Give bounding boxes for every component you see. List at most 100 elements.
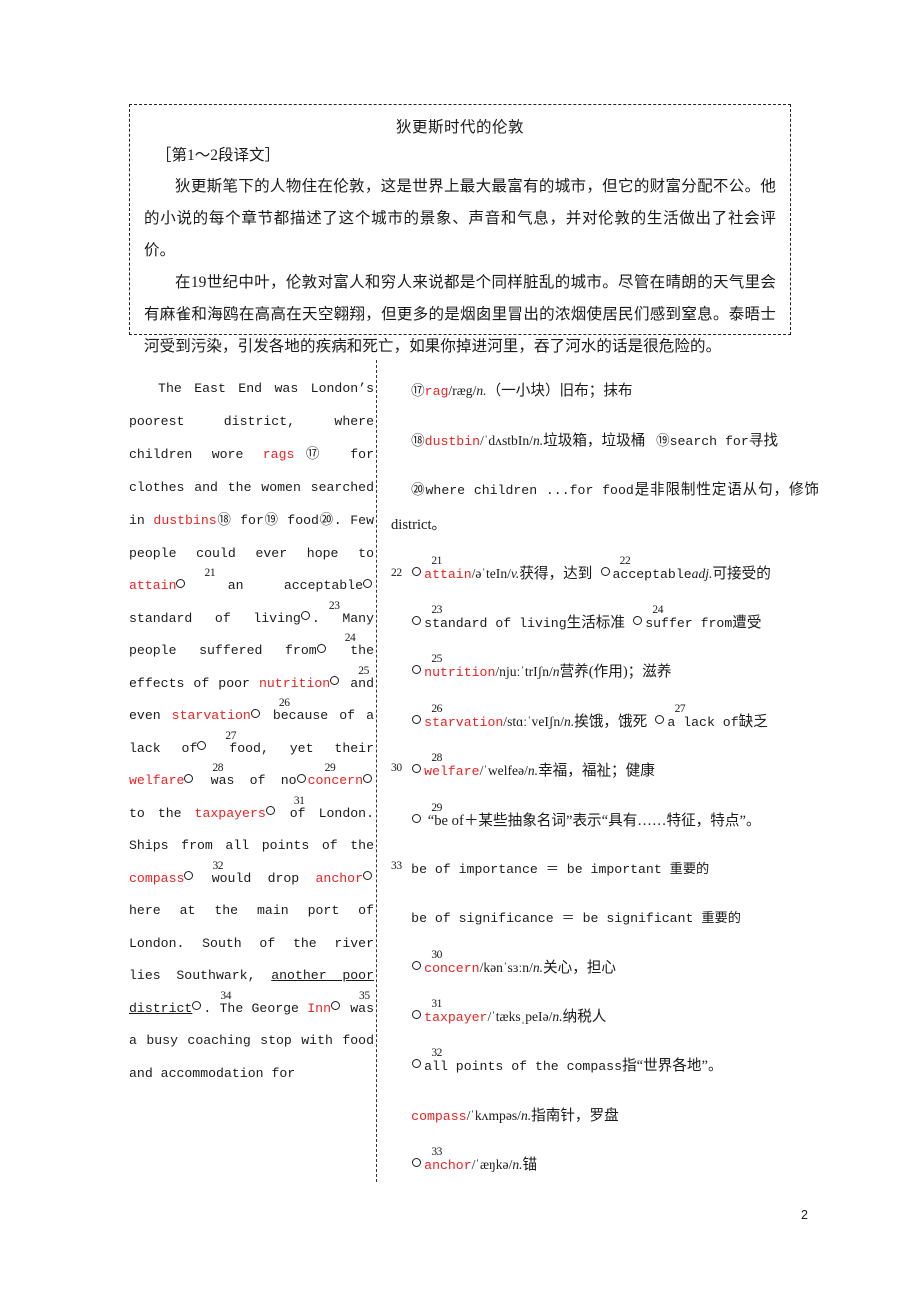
note-pos: adj. bbox=[691, 565, 713, 581]
note-gloss: 垃圾箱，垃圾桶 bbox=[543, 432, 646, 449]
note-item: 25 nutrition/njuːˈtrIʃn/n营养(作用)；滋养 bbox=[391, 654, 819, 690]
example-text: be of significance ＝ be significant 重要的 bbox=[411, 911, 741, 927]
note-word: compass bbox=[411, 1108, 467, 1124]
note-gloss: 生活标准 bbox=[566, 614, 625, 631]
passage-text: food, yet their bbox=[208, 740, 374, 756]
example-text: be of importance ＝ be important 重要的 bbox=[411, 861, 710, 877]
passage-text: to the bbox=[129, 805, 195, 821]
note-gloss: 缺乏 bbox=[738, 713, 768, 730]
note-item: ⑱dustbin/ˈdʌstbIn/n.垃圾箱，垃圾桶 ⑲search for寻… bbox=[391, 424, 819, 459]
passage-text: an acceptable bbox=[187, 578, 363, 594]
note-gloss: 可接受的 bbox=[712, 565, 771, 582]
note-ipa: /ˈwelfeə/ bbox=[479, 763, 528, 779]
note-item: 33 anchor/ˈæŋkə/n.锚 bbox=[391, 1147, 819, 1183]
note-gloss: 关心，担心 bbox=[543, 959, 617, 976]
page-number: 2 bbox=[801, 1208, 808, 1222]
note-word: concern bbox=[424, 960, 480, 976]
note-entry: suffer from bbox=[645, 615, 733, 631]
note-pos: n. bbox=[532, 432, 544, 448]
passage-text: . The George bbox=[203, 1000, 308, 1016]
note-word: attain bbox=[424, 566, 472, 582]
note-subitem: compass/ˈkʌmpəs/n.指南针，罗盘 bbox=[391, 1099, 819, 1134]
note-ipa: /ˈæŋkə/ bbox=[471, 1157, 513, 1173]
word-starvation: starvation bbox=[171, 708, 251, 724]
note-ipa: /ˈdʌstbIn/ bbox=[480, 432, 533, 448]
word-concern: concern bbox=[307, 773, 363, 789]
note-item: 32 all points of the compass指“世界各地”。 bbox=[391, 1048, 819, 1084]
note-item: 28 welfare/ˈwelfeə/n.幸福，福祉；健康 bbox=[391, 752, 819, 789]
note-marker-19: ⑲ bbox=[263, 512, 279, 529]
note-example: be of importance ＝ be important 重要的 bbox=[391, 852, 819, 887]
english-passage-column: The East End was London’s poorest distri… bbox=[129, 360, 402, 1103]
note-marker-20: ⑳ bbox=[411, 482, 426, 499]
note-ipa: /ˈkʌmpəs/ bbox=[466, 1107, 521, 1123]
word-rags: rags bbox=[262, 447, 295, 463]
note-word: acceptable bbox=[612, 566, 692, 582]
note-pos: n. bbox=[552, 1009, 563, 1025]
passage-text: standard of living bbox=[129, 610, 301, 626]
word-anchor: anchor bbox=[315, 870, 363, 886]
note-ipa: /kənˈsɜːn/ bbox=[479, 959, 533, 975]
translation-label: ［第1～2段译文］ bbox=[156, 147, 281, 164]
note-entry: all points of the compass bbox=[424, 1059, 623, 1075]
word-dustbins: dustbins bbox=[153, 513, 217, 529]
note-item: ⑳where children ...for food是非限制性定语从句，修饰d… bbox=[391, 473, 819, 542]
note-word: dustbin bbox=[424, 433, 481, 449]
note-word: nutrition bbox=[424, 665, 496, 681]
note-item: 23 standard of living生活标准 24 suffer from遭受 bbox=[391, 604, 819, 641]
word-taxpayers: taxpayers bbox=[194, 805, 266, 821]
note-ipa-body: ræg/ bbox=[452, 383, 477, 399]
note-gloss: 遭受 bbox=[732, 614, 762, 631]
note-pos: n. bbox=[476, 383, 487, 399]
note-word: anchor bbox=[424, 1158, 472, 1174]
word-inn: Inn bbox=[307, 1000, 331, 1016]
translation-paragraph-1: 狄更斯笔下的人物住在伦敦，这是世界上最大最富有的城市，但它的财富分配不公。他的小… bbox=[144, 178, 776, 259]
note-entry: search for bbox=[669, 433, 749, 449]
note-item: 29 “be of＋某些抽象名词”表示“具有……特征，特点”。 bbox=[391, 802, 819, 838]
column-divider bbox=[376, 360, 377, 1182]
note-marker-17: ⑰ bbox=[411, 383, 425, 400]
note-item: 31 taxpayer/ˈtæksˌpeIə/n.纳税人 bbox=[391, 998, 819, 1035]
note-gloss: 幸福，福祉；健康 bbox=[538, 763, 655, 780]
note-item: 21 attain/əˈteIn/v.获得，达到 22 acceptableadj.… bbox=[391, 555, 819, 592]
note-item: ⑰rag//ræg/ræg/n.（一小块）旧布；抹布 bbox=[411, 383, 633, 400]
word-compass: compass bbox=[129, 870, 185, 886]
note-marker-18: ⑱ bbox=[411, 432, 425, 449]
word-welfare: welfare bbox=[129, 773, 185, 789]
note-marker-18: ⑱ bbox=[216, 512, 232, 529]
english-passage: The East End was London’s poorest distri… bbox=[129, 381, 402, 1081]
note-ipa: /ˈtæksˌpeIə/ bbox=[487, 1009, 553, 1025]
translation-title: 狄更斯时代的伦敦 bbox=[395, 119, 524, 136]
passage-text: was of no bbox=[195, 773, 297, 789]
note-item: 30 concern/kənˈsɜːn/n.关心，担心 bbox=[391, 949, 819, 986]
note-item: 26 starvation/stɑːˈveIʃn/n.挨饿，饿死 27 a lack… bbox=[391, 703, 819, 740]
note-marker-17: ⑰ bbox=[294, 446, 331, 463]
note-word: welfare bbox=[424, 764, 480, 780]
note-gloss: 获得，达到 bbox=[519, 565, 593, 582]
note-marker-20: ⑳ bbox=[318, 512, 334, 529]
note-word: starvation bbox=[424, 714, 504, 730]
translation-box: 狄更斯时代的伦敦 ［第1～2段译文］ 狄更斯笔下的人物住在伦敦，这是世界上最大最… bbox=[129, 104, 791, 355]
notes-column: ⑰rag//ræg/ræg/n.（一小块）旧布；抹布 ⑱dustbin/ˈdʌs… bbox=[391, 360, 819, 1198]
two-column-area: The East End was London’s poorest distri… bbox=[129, 360, 819, 1185]
word-nutrition: nutrition bbox=[258, 675, 331, 691]
note-gloss: 寻找 bbox=[748, 432, 778, 449]
note-pos: n. bbox=[527, 763, 539, 779]
note-gloss: 指“世界各地”。 bbox=[622, 1058, 723, 1075]
note-gloss: 指南针，罗盘 bbox=[531, 1107, 619, 1124]
note-pos: n. bbox=[564, 713, 575, 729]
passage-text: food bbox=[278, 513, 319, 529]
note-example: be of significance ＝ be significant 重要的 bbox=[391, 901, 819, 936]
note-pos: n. bbox=[520, 1107, 532, 1123]
note-entry: a lack of bbox=[667, 714, 739, 730]
note-gloss: 纳税人 bbox=[562, 1009, 607, 1026]
note-word: rag bbox=[424, 384, 449, 400]
note-gloss: “be of＋某些抽象名词”表示“具有……特征，特点”。 bbox=[427, 812, 761, 829]
note-pos: n bbox=[552, 664, 560, 680]
note-ipa: /njuːˈtrIʃn/ bbox=[495, 664, 553, 680]
note-pos: n. bbox=[512, 1157, 523, 1173]
note-ipa: /əˈteIn/ bbox=[471, 565, 511, 581]
note-gloss: （一小块）旧布；抹布 bbox=[486, 383, 633, 400]
word-attain: attain bbox=[129, 578, 177, 594]
translation-paragraph-2: 在19世纪中叶，伦敦对富人和穷人来说都是个同样脏乱的城市。尽管在晴朗的天气里会有… bbox=[144, 274, 776, 355]
